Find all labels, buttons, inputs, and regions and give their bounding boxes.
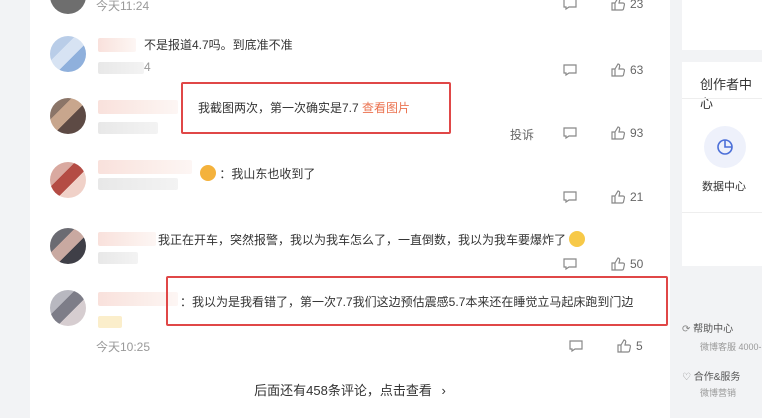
report-button[interactable]: 投诉 (510, 126, 534, 143)
pie-chart-icon (717, 139, 733, 155)
time-blurred (98, 62, 144, 74)
comment-text: 我正在开车，突然报警，我以为我车怎么了，一直倒数，我以为我车要爆炸了 (158, 231, 586, 248)
avatar[interactable] (50, 228, 86, 264)
comment-row: 不是报道4.7吗。到底准不准 4 63 (30, 26, 670, 86)
divider (682, 212, 762, 213)
comment-time: 4 (144, 60, 151, 74)
thumbs-up-icon (611, 126, 626, 140)
time-blurred (98, 252, 138, 264)
reply-icon[interactable] (562, 0, 578, 12)
thumbs-up-icon (611, 63, 626, 77)
avatar[interactable] (50, 36, 86, 72)
username-blurred[interactable] (98, 100, 178, 114)
highlight-box (181, 82, 451, 134)
thumbs-up-icon (611, 190, 626, 204)
thumbs-up-icon (617, 339, 632, 353)
cooperation-link[interactable]: ♡ 合作&服务 (682, 368, 740, 383)
comment-text: 不是报道4.7吗。到底准不准 (144, 38, 293, 52)
like-button[interactable]: 50 (610, 256, 643, 272)
like-count: 93 (630, 126, 644, 140)
thumbs-up-icon (611, 0, 626, 11)
comment-time: 今天11:24 (96, 0, 150, 13)
sidebar-links: ⟳ 帮助中心 微博客服 4000-9 ♡ 合作&服务 微博营销 (682, 278, 762, 418)
like-button[interactable]: 93 (610, 125, 643, 141)
data-center-label[interactable]: 数据中心 (702, 178, 746, 194)
creator-center-title: 创作者中心 (700, 77, 753, 111)
data-center-button[interactable] (704, 126, 746, 168)
like-count: 21 (630, 190, 644, 204)
like-count: 50 (630, 257, 644, 271)
comment-panel: 今天11:24 23 不是报道4.7吗。到底准不准 4 63 我截图两次，第一次… (30, 0, 670, 418)
badge-blurred (98, 316, 122, 328)
emoji-icon (200, 165, 216, 181)
help-center-sub: 微博客服 4000-9 (700, 342, 762, 352)
help-icon: ⟳ (682, 324, 691, 335)
reply-icon[interactable] (562, 62, 578, 78)
comment-row: 我正在开车，突然报警，我以为我车怎么了，一直倒数，我以为我车要爆炸了 50 (30, 216, 670, 272)
avatar[interactable] (50, 0, 86, 14)
more-comments-text: 后面还有458条评论，点击查看 (254, 383, 432, 398)
avatar[interactable] (50, 98, 86, 134)
creator-center-card: 创作者中心 数据中心 (682, 62, 762, 266)
reply-icon[interactable] (568, 338, 584, 354)
divider (682, 98, 762, 99)
chevron-right-icon: › (441, 383, 446, 398)
reply-icon[interactable] (562, 125, 578, 141)
like-count: 63 (630, 63, 644, 77)
comment-row: 今天11:24 23 (30, 0, 670, 14)
sidebar-card-top (682, 0, 762, 50)
username-blurred[interactable] (98, 160, 192, 174)
highlight-box (166, 276, 668, 326)
heart-icon: ♡ (682, 372, 691, 383)
reply-icon[interactable] (562, 256, 578, 272)
like-count: 23 (630, 0, 644, 11)
like-button[interactable]: 63 (610, 62, 643, 78)
comment-row: ：我山东也收到了 21 (30, 152, 670, 216)
username-blurred[interactable] (98, 38, 136, 52)
help-center-link[interactable]: ⟳ 帮助中心 (682, 320, 733, 335)
comment-time: 今天10:25 (96, 340, 151, 354)
like-button[interactable]: 21 (610, 189, 643, 205)
crying-emoji-icon (569, 231, 586, 247)
username-blurred[interactable] (98, 232, 156, 246)
avatar[interactable] (50, 290, 86, 326)
time-blurred (98, 178, 178, 190)
like-button[interactable]: 5 (616, 338, 643, 354)
like-count: 5 (636, 339, 643, 353)
comment-text: ：我山东也收到了 (200, 165, 315, 182)
like-button[interactable]: 23 (610, 0, 643, 12)
time-blurred (98, 122, 158, 134)
thumbs-up-icon (611, 257, 626, 271)
avatar[interactable] (50, 162, 86, 198)
reply-icon[interactable] (562, 189, 578, 205)
more-comments-link[interactable]: 后面还有458条评论，点击查看 › (30, 380, 670, 399)
cooperation-sub: 微博营销 (700, 388, 737, 398)
